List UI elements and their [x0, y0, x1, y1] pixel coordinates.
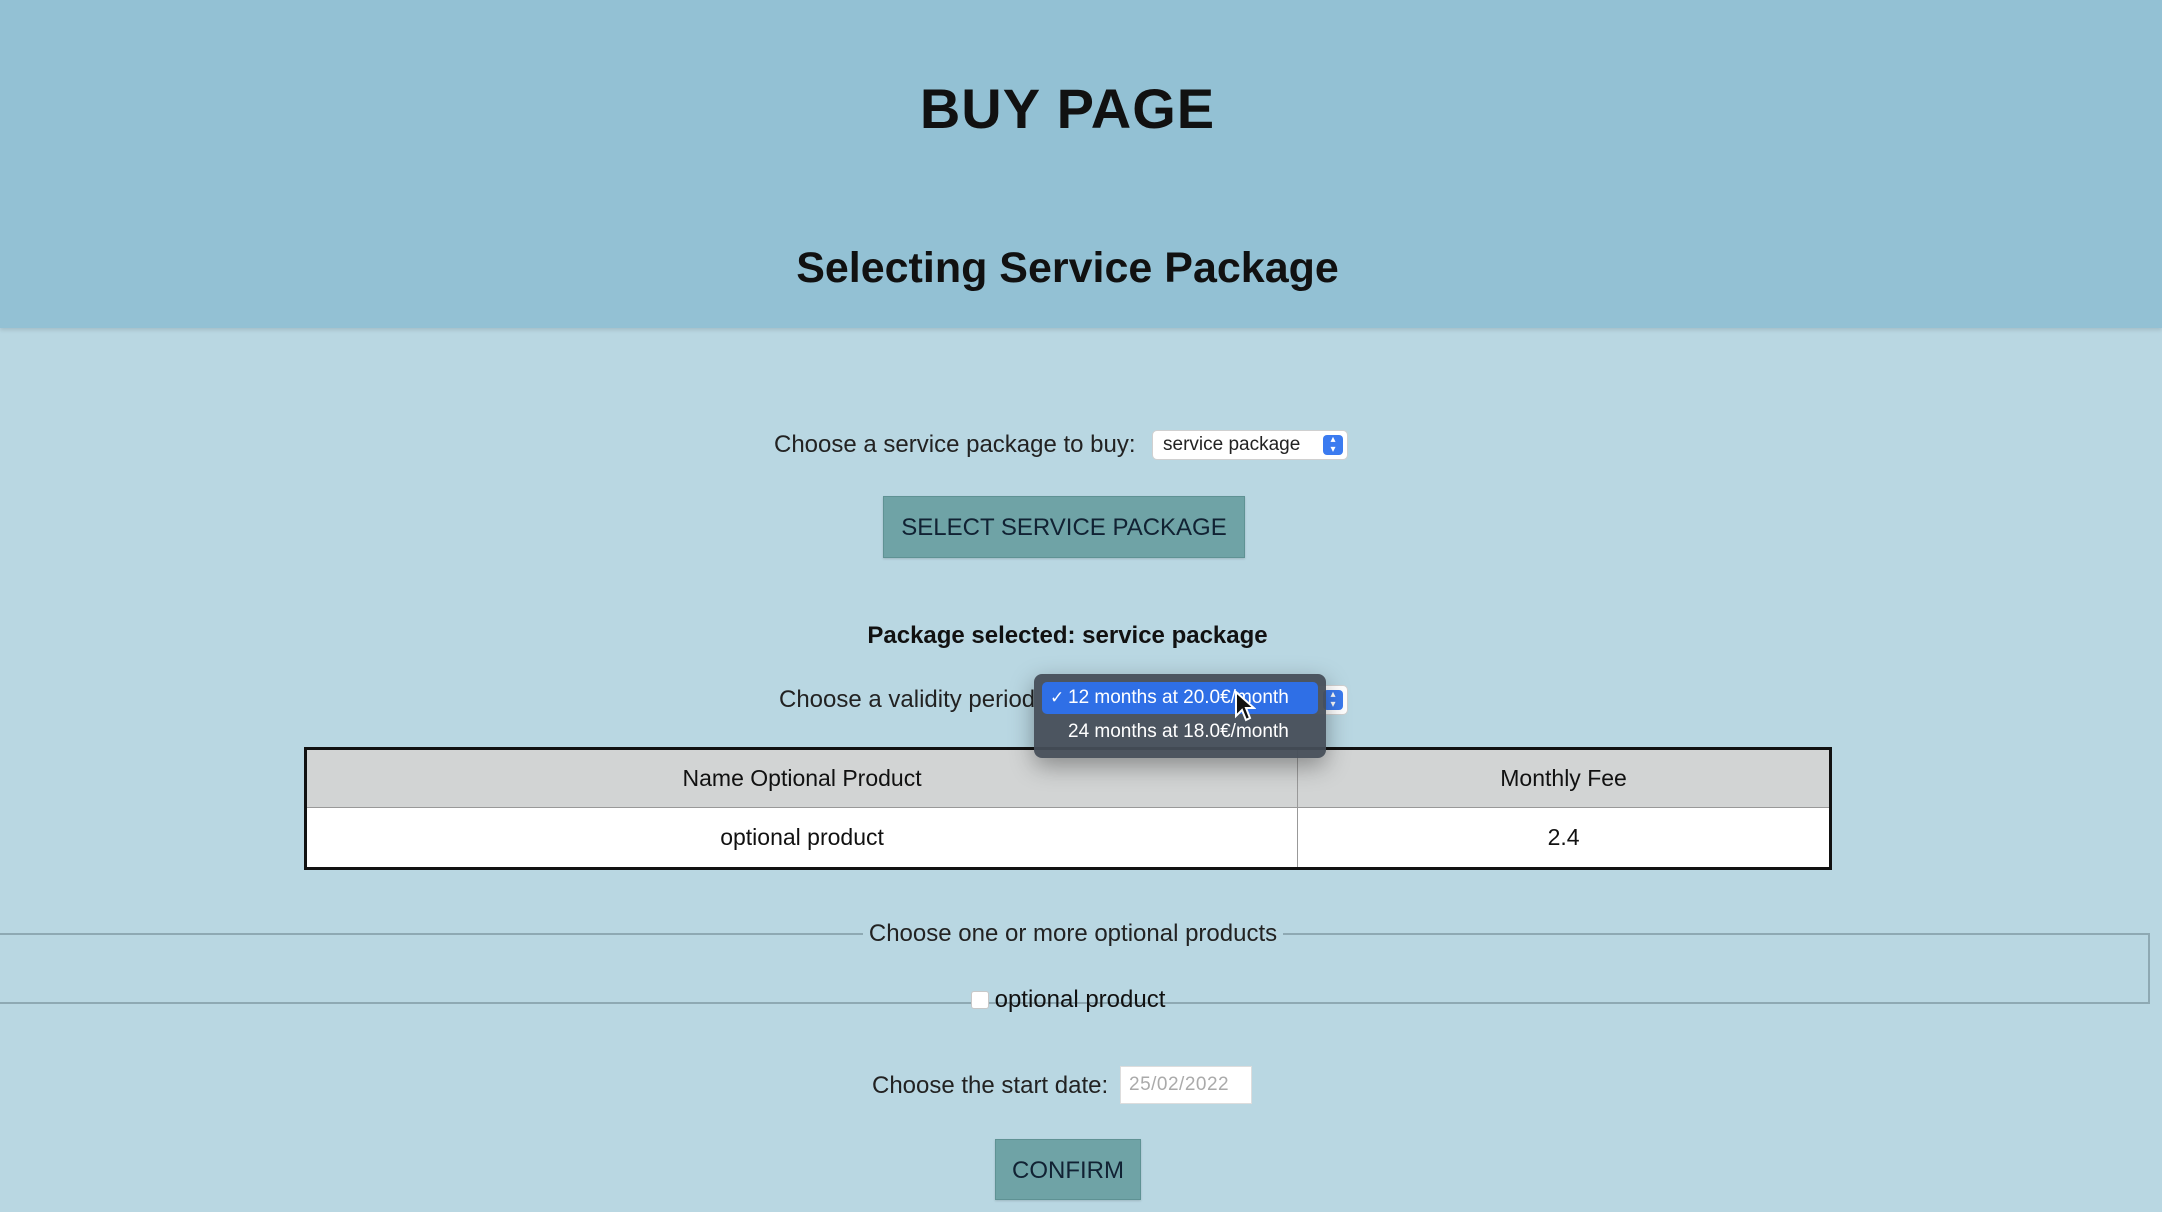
- mouse-cursor-icon: [1235, 690, 1256, 722]
- product-name-cell: optional product: [305, 807, 1299, 869]
- optional-product-checkbox[interactable]: [970, 991, 989, 1009]
- package-select-label: Choose a service package to buy:: [774, 431, 1136, 458]
- optional-products-fieldset: Choose one or more optional products opt…: [0, 920, 2150, 1013]
- checkmark-icon: ✓: [1050, 688, 1065, 707]
- package-select-value: service package: [1163, 434, 1301, 455]
- validity-option-label: 24 months at 18.0€/month: [1068, 721, 1289, 742]
- optional-products-table: Name Optional Product Monthly Fee option…: [304, 747, 1832, 870]
- page-title: BUY PAGE: [919, 77, 1216, 140]
- validity-select-label: Choose a validity period: [779, 686, 1036, 713]
- page-header: BUY PAGE Selecting Service Package: [0, 0, 2162, 328]
- validity-dropdown-menu: ✓ 12 months at 20.0€/month 24 months at …: [1034, 674, 1326, 758]
- product-fee-cell: 2.4: [1297, 807, 1831, 869]
- select-arrows-icon: ▴ ▾: [1323, 690, 1343, 710]
- column-header-fee: Monthly Fee: [1297, 748, 1831, 808]
- table-row: optional product 2.4: [305, 807, 1831, 869]
- validity-option-12-months[interactable]: ✓ 12 months at 20.0€/month: [1042, 682, 1318, 714]
- optional-product-label: optional product: [994, 986, 1166, 1013]
- optional-product-option: optional product: [0, 986, 2138, 1014]
- confirm-button[interactable]: CONFIRM: [995, 1139, 1141, 1200]
- validity-option-24-months[interactable]: 24 months at 18.0€/month: [1042, 716, 1318, 748]
- select-arrows-icon: ▴ ▾: [1323, 435, 1343, 455]
- optional-products-legend: Choose one or more optional products: [868, 920, 1278, 947]
- package-select[interactable]: service package ▴ ▾: [1152, 430, 1348, 460]
- select-service-package-button[interactable]: SELECT SERVICE PACKAGE: [883, 496, 1245, 558]
- start-date-input[interactable]: 25/02/2022: [1120, 1066, 1252, 1104]
- package-selected-text: Package selected: service package: [867, 622, 1268, 649]
- page-subtitle: Selecting Service Package: [796, 244, 1339, 292]
- start-date-label: Choose the start date:: [872, 1072, 1109, 1099]
